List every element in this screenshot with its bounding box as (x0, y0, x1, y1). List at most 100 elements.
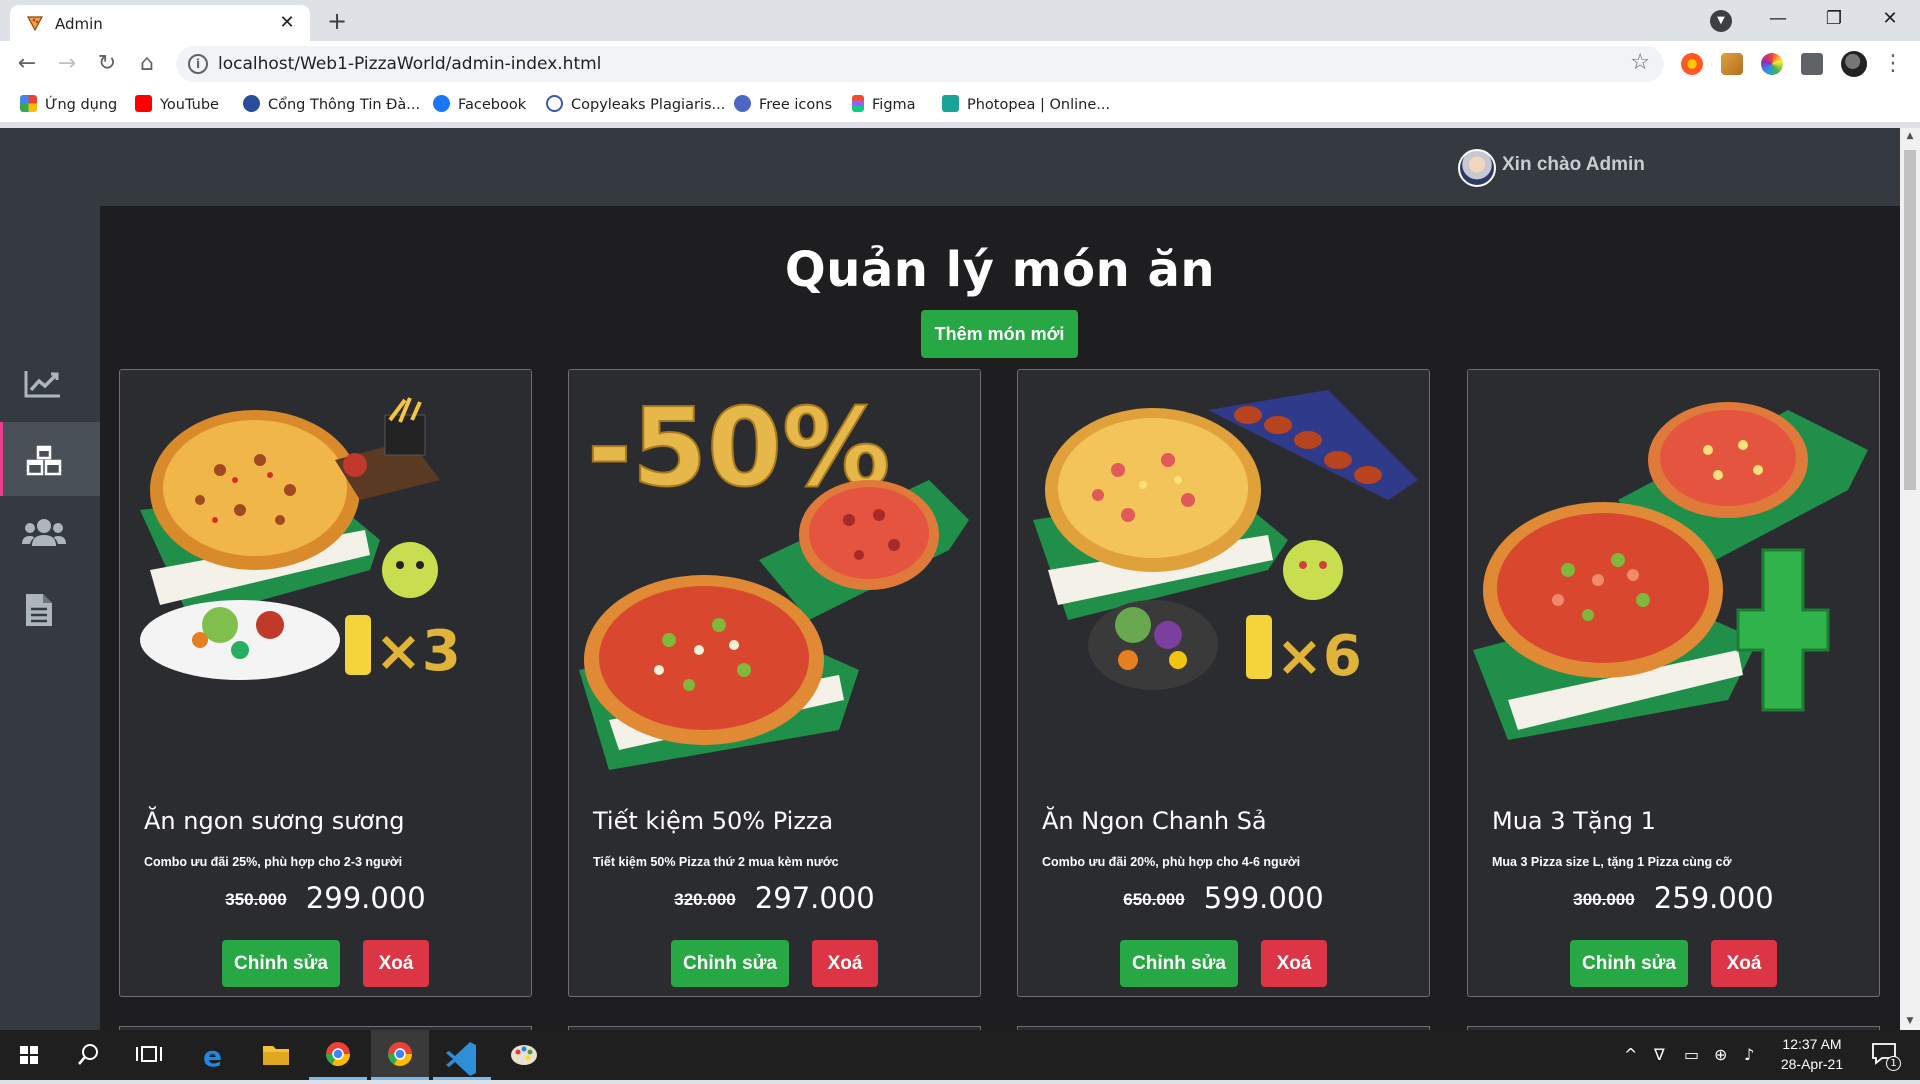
bookmark-apps[interactable]: Ứng dụng (20, 95, 117, 113)
vpn-icon[interactable]: ∇ (1654, 1045, 1665, 1064)
product-card: ×3 Ăn ngon sương sương Combo ưu đãi 25%,… (119, 369, 532, 997)
folder-icon (263, 1046, 289, 1065)
admin-avatar[interactable] (1458, 149, 1496, 187)
bookmark-facebook[interactable]: Facebook (433, 95, 526, 113)
network-globe-icon[interactable]: ⊕ (1714, 1045, 1727, 1064)
action-center[interactable]: 1 (1870, 1040, 1901, 1074)
maximize-window-button[interactable]: ❐ (1806, 0, 1862, 41)
combo-image: + (1468, 370, 1879, 780)
sidebar-item-products[interactable] (0, 422, 100, 496)
edge-icon: e (203, 1040, 222, 1073)
combo-image: ×6 (1018, 370, 1429, 780)
taskbar-paint[interactable] (495, 1030, 553, 1080)
vscode-icon (446, 1042, 476, 1076)
extension-fire-icon[interactable] (1681, 53, 1703, 75)
taskbar-file-explorer[interactable] (247, 1030, 305, 1080)
delete-button[interactable]: Xoá (812, 940, 878, 987)
edit-button[interactable]: Chỉnh sửa (1120, 940, 1238, 987)
profile-avatar-icon[interactable] (1841, 51, 1867, 77)
bookmark-free-icons[interactable]: Free icons (734, 95, 832, 113)
bookmark-youtube[interactable]: YouTube (135, 95, 219, 113)
taskbar-chrome-active[interactable] (371, 1030, 429, 1080)
taskbar-search[interactable] (60, 1030, 118, 1080)
close-window-button[interactable]: ✕ (1862, 0, 1918, 41)
dish-description: Combo ưu đãi 20%, phù hợp cho 4-6 người (1042, 855, 1301, 869)
figma-icon (852, 95, 864, 112)
tab-search-icon[interactable]: ▼ (1710, 10, 1732, 32)
notification-count: 1 (1886, 1056, 1901, 1071)
admin-greeting[interactable]: Xin chào Admin (1502, 154, 1645, 176)
scrollbar-thumb[interactable] (1904, 150, 1916, 490)
system-clock[interactable]: 12:37 AM 28-Apr-21 (1762, 1034, 1862, 1074)
site-info-icon[interactable]: i (188, 54, 208, 74)
copyleaks-icon (546, 95, 563, 112)
start-button[interactable] (0, 1030, 58, 1080)
new-tab-button[interactable]: + (323, 7, 351, 35)
search-icon (78, 1044, 98, 1065)
chrome-icon (388, 1042, 412, 1067)
combo-badge: ×3 (375, 619, 461, 684)
delete-button[interactable]: Xoá (1711, 940, 1777, 987)
taskbar-edge[interactable]: e (185, 1030, 243, 1080)
photopea-icon (942, 95, 959, 112)
sidebar-item-orders[interactable] (0, 570, 100, 644)
edit-button[interactable]: Chỉnh sửa (1570, 940, 1688, 987)
show-hidden-icons[interactable]: ^ (1624, 1045, 1637, 1064)
dish-description: Tiết kiệm 50% Pizza thứ 2 mua kèm nước (593, 855, 839, 869)
volume-icon[interactable]: ♪ (1744, 1045, 1754, 1064)
delete-button[interactable]: Xoá (1261, 940, 1327, 987)
close-tab-icon[interactable]: ✕ (276, 12, 298, 34)
clock-date: 28-Apr-21 (1780, 1056, 1844, 1072)
dish-name: Ăn Ngon Chanh Sả (1042, 807, 1267, 835)
task-view[interactable] (120, 1030, 178, 1080)
browser-menu-icon[interactable]: ⋮ (1878, 49, 1908, 79)
current-price: 297.000 (754, 881, 875, 915)
extensions-puzzle-icon[interactable] (1801, 53, 1823, 75)
old-price: 320.000 (674, 890, 736, 909)
bookmark-photopea[interactable]: Photopea | Online... (942, 95, 1110, 113)
back-icon[interactable]: ← (12, 49, 42, 79)
add-dish-button[interactable]: Thêm món mới (921, 310, 1078, 358)
browser-tab-strip: Admin ✕ + ▼ — ❐ ✕ (0, 0, 1920, 41)
current-price: 259.000 (1653, 881, 1774, 915)
bookmark-cong-thong-tin[interactable]: Cổng Thông Tin Đà... (243, 95, 420, 113)
browser-tab-admin[interactable]: Admin ✕ (10, 5, 310, 41)
bookmark-copyleaks[interactable]: Copyleaks Plagiaris... (546, 95, 725, 113)
bookmarks-bar: Ứng dụng YouTube Cổng Thông Tin Đà... Fa… (0, 87, 1920, 123)
bookmark-star-icon[interactable]: ☆ (1630, 50, 1650, 75)
facebook-icon (433, 95, 450, 112)
battery-icon[interactable]: ▭ (1684, 1045, 1699, 1064)
minimize-window-button[interactable]: — (1750, 0, 1806, 41)
page-scrollbar[interactable]: ▲ ▼ (1900, 128, 1920, 1030)
forward-icon[interactable]: → (52, 49, 82, 79)
scroll-up-icon[interactable]: ▲ (1900, 128, 1920, 145)
reload-icon[interactable]: ↻ (92, 49, 122, 79)
home-icon[interactable]: ⌂ (132, 49, 162, 79)
edit-button[interactable]: Chỉnh sửa (671, 940, 789, 987)
price-row: 350.000 299.000 (120, 881, 531, 915)
price-row: 320.000 297.000 (569, 881, 980, 915)
svg-text:e: e (203, 1040, 222, 1073)
sidebar-item-users[interactable] (0, 496, 100, 570)
edit-button[interactable]: Chỉnh sửa (222, 940, 340, 987)
bookmark-figma[interactable]: Figma (852, 95, 916, 113)
clock-time: 12:37 AM (1782, 1036, 1842, 1052)
combo-image: ×3 (120, 370, 531, 780)
main-content: Quản lý món ăn Thêm món mới ×3 Ăn ngon s… (100, 206, 1900, 1030)
combo-image: -50% (569, 370, 980, 780)
dish-name: Tiết kiệm 50% Pizza (593, 807, 834, 835)
youtube-icon (135, 95, 152, 112)
extension-color-picker-icon[interactable] (1761, 53, 1783, 75)
scroll-down-icon[interactable]: ▼ (1900, 1013, 1920, 1030)
taskbar-chrome[interactable] (309, 1030, 367, 1080)
admin-page: Xin chào Admin Quản lý món ăn Thêm món m… (0, 128, 1900, 1030)
sidebar-item-statistics[interactable] (0, 347, 100, 421)
url-text[interactable]: localhost/Web1-PizzaWorld/admin-index.ht… (218, 54, 601, 74)
address-bar[interactable]: i localhost/Web1-PizzaWorld/admin-index.… (176, 46, 1664, 82)
old-price: 300.000 (1573, 890, 1635, 909)
document-icon (26, 594, 52, 626)
delete-button[interactable]: Xoá (363, 940, 429, 987)
extension-tool-icon[interactable] (1721, 53, 1743, 75)
cubes-icon (26, 445, 62, 476)
taskbar-vscode[interactable] (433, 1030, 491, 1080)
